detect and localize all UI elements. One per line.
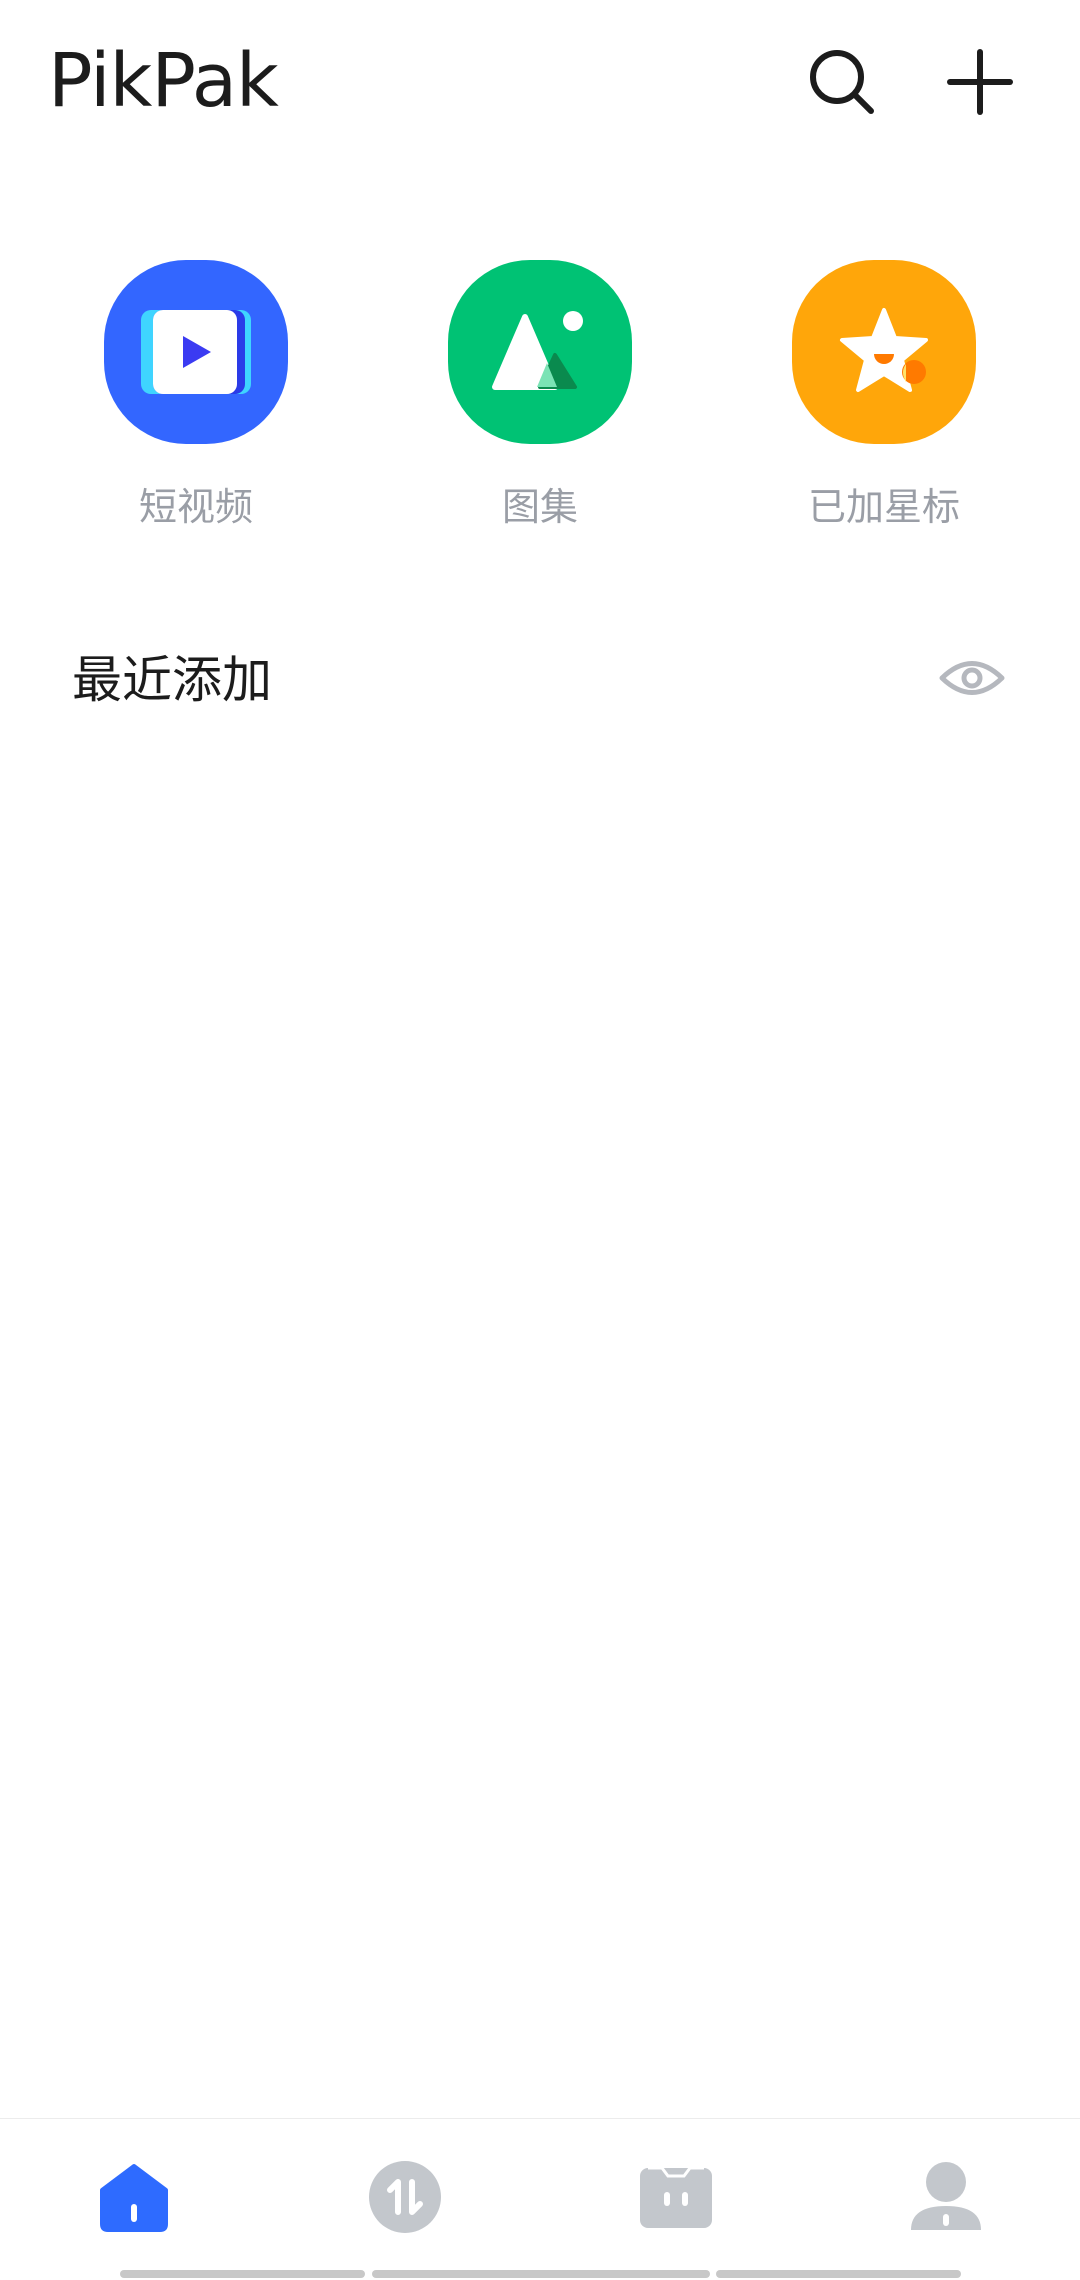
quick-item-gallery[interactable]: 图集 [410, 260, 670, 531]
star-icon [840, 308, 928, 392]
visibility-toggle-button[interactable] [936, 642, 1008, 714]
home-indicator-segment [120, 2270, 365, 2278]
short-video-tile [104, 260, 288, 444]
transfer-icon [369, 2161, 441, 2233]
eye-icon [939, 661, 1005, 695]
bottom-navigation [0, 2118, 1080, 2280]
section-title: 最近添加 [72, 651, 272, 709]
gallery-tile [448, 260, 632, 444]
quick-access-row: 短视频 图集 已加星标 [0, 260, 1080, 540]
home-indicator-segment [716, 2270, 961, 2278]
home-indicator-segment [372, 2270, 710, 2278]
search-icon [810, 50, 874, 114]
add-button[interactable] [938, 40, 1022, 124]
quick-item-starred[interactable]: 已加星标 [754, 260, 1014, 531]
quick-item-short-video[interactable]: 短视频 [66, 260, 326, 531]
quick-item-label: 已加星标 [807, 485, 960, 529]
quick-item-label: 图集 [501, 485, 578, 529]
profile-icon [911, 2162, 981, 2230]
gallery-icon [492, 311, 583, 390]
app-title: PikPak [48, 38, 279, 124]
nav-transfer[interactable] [355, 2157, 455, 2237]
search-button[interactable] [800, 40, 884, 124]
short-video-icon [141, 310, 251, 394]
nav-box[interactable] [626, 2157, 726, 2237]
box-icon [640, 2166, 712, 2228]
nav-profile[interactable] [896, 2157, 996, 2237]
top-app-bar: PikPak [0, 0, 1080, 170]
plus-icon [947, 49, 1013, 115]
recent-section-header: 最近添加 [72, 628, 1008, 728]
nav-home[interactable] [84, 2157, 184, 2237]
home-icon [100, 2164, 168, 2232]
starred-tile [792, 260, 976, 444]
quick-item-label: 短视频 [138, 485, 253, 529]
